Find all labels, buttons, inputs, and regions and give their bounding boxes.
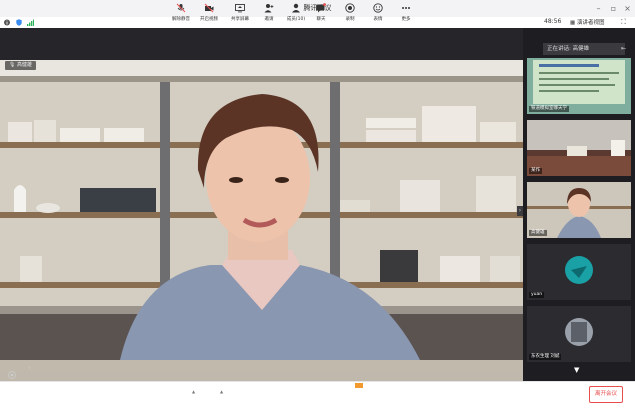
meeting-toolbar — [0, 381, 635, 408]
more-icon — [402, 7, 410, 9]
leave-meeting-button[interactable]: 离开会议 — [589, 386, 623, 403]
share-screen-button[interactable]: 共享屏幕 — [227, 3, 253, 22]
speaker-name-tag: 🎙 高健雄 — [5, 61, 36, 70]
close-icon[interactable]: × — [623, 4, 632, 13]
speaker-name: 高健雄 — [16, 62, 32, 68]
participant-name: 高健雄 — [529, 230, 547, 236]
invite-button[interactable]: 邀请 — [256, 3, 282, 22]
info-icon[interactable] — [4, 19, 10, 26]
unmute-button[interactable]: 解除静音 — [168, 3, 194, 22]
speaking-indicator: 正在讲话: 高健雄 — [543, 43, 625, 55]
minimize-icon[interactable]: – — [594, 4, 603, 13]
participant-thumb[interactable]: yuan — [527, 244, 631, 300]
more-button[interactable]: 更多 — [393, 3, 419, 22]
invite-label: 邀请 — [264, 17, 274, 22]
participant-name: 某作 — [529, 168, 542, 174]
emoji-icon — [373, 3, 383, 13]
emoji-label: 表情 — [373, 17, 383, 22]
participant-name: yuan — [529, 292, 545, 298]
record-icon — [345, 3, 355, 13]
collapse-icon[interactable]: ‹ — [28, 364, 36, 372]
start-video-label: 开启视频 — [200, 17, 218, 22]
members-button[interactable]: 成员(10) — [283, 3, 309, 22]
scroll-down-icon[interactable]: ▼ — [574, 366, 579, 374]
participant-thumb[interactable]: 高健雄 — [527, 182, 631, 238]
members-icon — [292, 3, 300, 13]
emoji-button[interactable]: 表情 — [365, 3, 391, 22]
invite-icon — [264, 4, 274, 13]
view-switch-button[interactable]: ▦ 演讲者视图 — [570, 18, 604, 26]
record-label: 录制 — [345, 17, 355, 22]
mic-muted-icon — [176, 3, 186, 13]
participant-name: 铁道模拟室哪天学 — [529, 106, 569, 112]
mic-options-icon[interactable]: ▲ — [192, 389, 195, 394]
members-label: 成员(10) — [286, 17, 306, 22]
chat-icon — [316, 3, 326, 13]
participant-thumb[interactable]: 东农生理 刘斌 — [527, 306, 631, 362]
signal-icon[interactable] — [27, 19, 34, 26]
participant-thumb[interactable]: 铁道模拟室哪天学 — [527, 58, 631, 114]
chat-label: 聊天 — [316, 17, 326, 22]
maximize-icon[interactable]: ▫ — [609, 4, 618, 13]
participant-thumb[interactable]: 某作 — [527, 120, 631, 176]
participant-name: 东农生理 刘斌 — [529, 354, 562, 360]
more-label: 更多 — [401, 17, 411, 22]
new-badge — [355, 383, 363, 388]
record-button[interactable]: 录制 — [337, 3, 363, 22]
share-screen-label: 共享屏幕 — [231, 17, 249, 22]
view-label: 演讲者视图 — [576, 20, 605, 26]
start-video-button[interactable]: 开启视频 — [196, 3, 222, 22]
speaker-video — [0, 60, 523, 385]
chat-button[interactable]: 聊天 — [308, 3, 334, 22]
meeting-timer: 48:56 — [544, 18, 562, 25]
grid-icon: ▦ — [570, 20, 577, 26]
layout-icon[interactable] — [8, 364, 16, 379]
share-screen-icon — [235, 4, 245, 13]
camera-off-icon — [204, 3, 214, 13]
collapse-panel-icon[interactable]: ⇤ — [621, 45, 626, 52]
video-options-icon[interactable]: ▲ — [220, 389, 223, 394]
mic-icon: 🎙 — [9, 62, 17, 68]
shield-icon[interactable] — [16, 19, 22, 26]
video-frame — [0, 60, 523, 360]
fullscreen-icon[interactable]: ⛶ — [621, 18, 626, 27]
unmute-label: 解除静音 — [172, 17, 190, 22]
